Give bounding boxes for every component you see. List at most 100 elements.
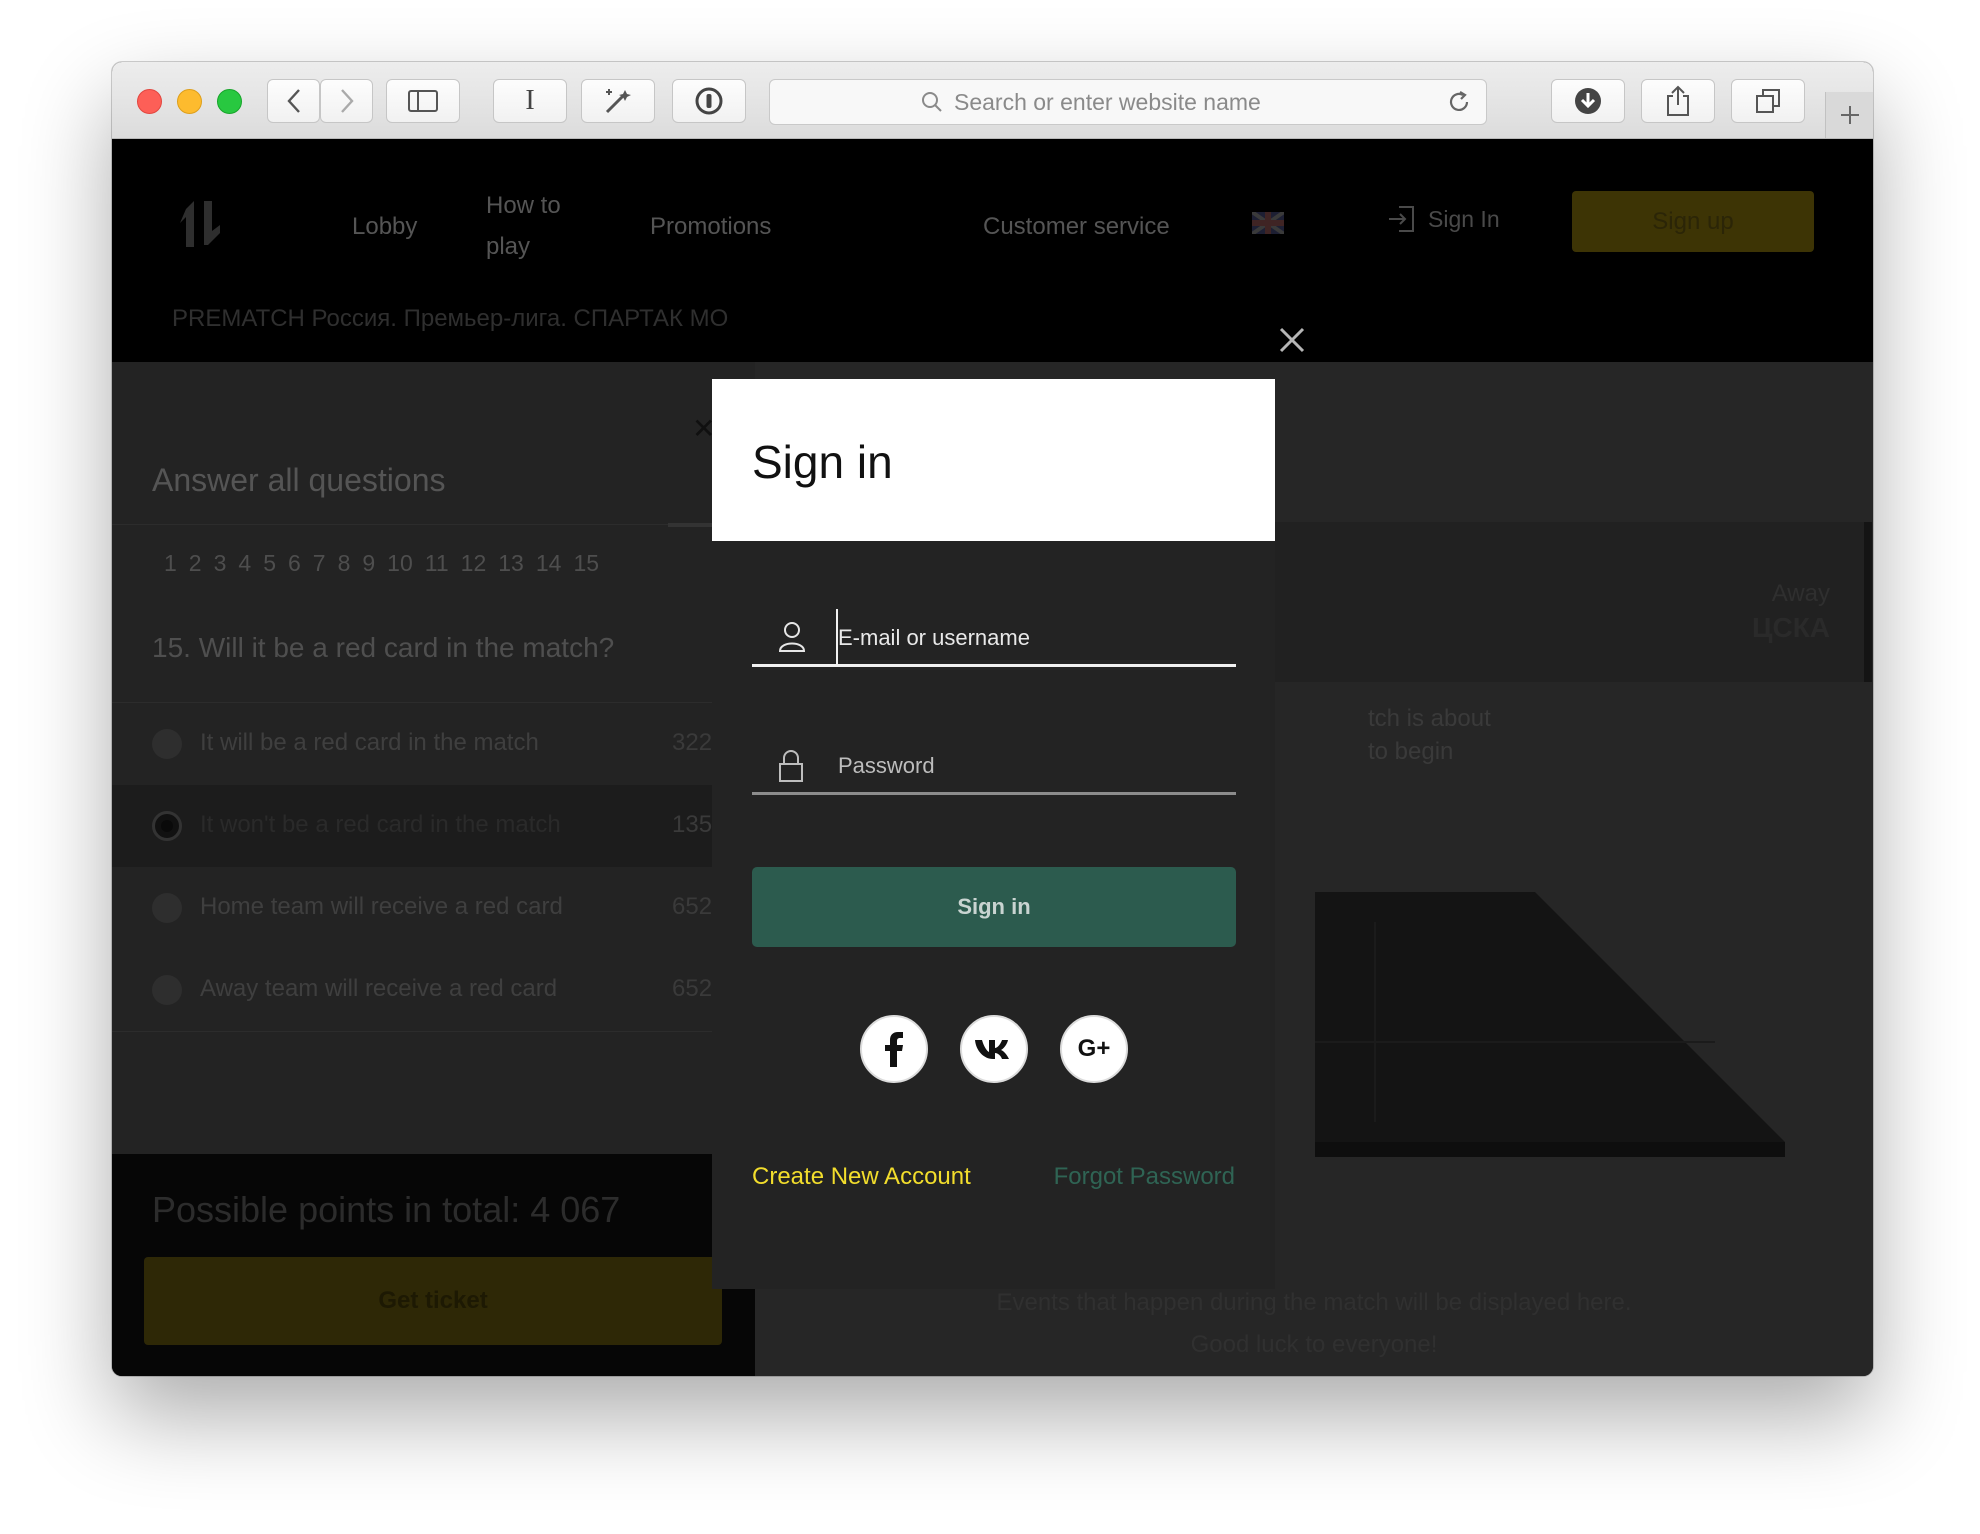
password-underline: [752, 792, 1236, 795]
address-bar[interactable]: [769, 79, 1487, 125]
nav-promotions[interactable]: Promotions: [650, 207, 771, 247]
modal-title: Sign in: [752, 436, 893, 488]
header-sign-in-link[interactable]: Sign In: [1386, 204, 1500, 234]
get-ticket-button[interactable]: Get ticket: [144, 1257, 722, 1345]
vk-login-button[interactable]: [960, 1015, 1028, 1083]
question-numbers: 1 2 3 4 5 6 7 8 9 10 11 12 13 14 15: [164, 550, 611, 577]
keyhole-icon: [695, 87, 723, 115]
question-number[interactable]: 13: [498, 550, 524, 576]
share-button[interactable]: [1641, 79, 1715, 123]
nav-lobby[interactable]: Lobby: [352, 207, 417, 247]
user-icon: [778, 622, 806, 652]
new-tab-button[interactable]: [1825, 92, 1873, 138]
nav-customer-service[interactable]: Customer service: [983, 207, 1170, 247]
radio-button-selected[interactable]: [152, 811, 182, 841]
modal-header: Sign in: [712, 379, 1275, 541]
nav-play[interactable]: play: [486, 227, 530, 267]
site-logo[interactable]: [176, 199, 226, 249]
divider: [112, 524, 755, 525]
away-label: Away: [1771, 580, 1830, 607]
answer-label: Home team will receive a red card: [200, 893, 563, 920]
radio-button[interactable]: [152, 975, 182, 1005]
reader-button[interactable]: I: [493, 79, 567, 123]
tabs-overview-button[interactable]: [1731, 79, 1805, 123]
events-message: Events that happen during the match will…: [755, 1282, 1873, 1366]
modal-close-icon[interactable]: [1278, 326, 1306, 354]
reload-icon[interactable]: [1446, 89, 1472, 115]
question-number[interactable]: 14: [536, 550, 562, 576]
question-number[interactable]: 6: [288, 550, 301, 576]
scrollbar[interactable]: [1864, 522, 1872, 682]
email-underline: [752, 664, 1236, 667]
password-field[interactable]: [752, 735, 1236, 795]
sign-in-submit-button[interactable]: Sign in: [752, 867, 1236, 947]
question-number[interactable]: 8: [338, 550, 351, 576]
question-number[interactable]: 5: [263, 550, 276, 576]
question-number[interactable]: 9: [362, 550, 375, 576]
tabs-icon: [1756, 89, 1780, 113]
login-icon: [1389, 206, 1414, 232]
email-field[interactable]: [752, 607, 1236, 667]
uk-flag-icon[interactable]: [1252, 212, 1284, 234]
lock-icon: [779, 750, 803, 782]
answer-label: It won't be a red card in the match: [200, 811, 561, 838]
back-button[interactable]: [267, 79, 320, 123]
chevron-right-icon: [340, 89, 354, 113]
question-number[interactable]: 3: [214, 550, 227, 576]
google-plus-icon: G+: [1077, 1035, 1111, 1062]
quiz-title: Answer all questions: [152, 462, 446, 498]
facebook-login-button[interactable]: [860, 1015, 928, 1083]
question-number[interactable]: 12: [461, 550, 487, 576]
sign-up-button[interactable]: Sign up: [1572, 191, 1814, 252]
question-number[interactable]: 7: [313, 550, 326, 576]
radio-button[interactable]: [152, 893, 182, 923]
google-plus-login-button[interactable]: G+: [1060, 1015, 1128, 1083]
divider: [112, 1031, 755, 1032]
question-number[interactable]: 1: [164, 550, 177, 576]
answer-count: 135: [672, 811, 713, 838]
page-content: Lobby How to play Promotions Customer se…: [112, 139, 1873, 1376]
question-number[interactable]: 11: [425, 550, 449, 576]
email-input[interactable]: [836, 617, 1230, 659]
address-input[interactable]: [952, 87, 1336, 117]
answer-count: 652: [672, 893, 713, 920]
magic-wand-icon: [605, 89, 631, 114]
forward-button[interactable]: [320, 79, 373, 123]
password-input[interactable]: [836, 745, 1230, 787]
sidebar-button[interactable]: [386, 79, 460, 123]
downloads-button[interactable]: [1551, 79, 1625, 123]
site-header: Lobby How to play Promotions Customer se…: [112, 139, 1873, 362]
possible-points: Possible points in total: 4 067: [152, 1189, 621, 1230]
forgot-password-link[interactable]: Forgot Password: [1054, 1163, 1235, 1191]
answer-option[interactable]: Home team will receive a red card 652: [112, 867, 755, 949]
browser-toolbar: I: [112, 62, 1873, 139]
close-window-button[interactable]: [137, 89, 162, 114]
answer-count: 652: [672, 975, 713, 1002]
away-team-name: ЦСКА: [1752, 612, 1830, 643]
plus-icon: [1840, 106, 1859, 124]
extension-button[interactable]: [581, 79, 655, 123]
nav-how-to[interactable]: How to: [486, 186, 561, 226]
zoom-window-button[interactable]: [217, 89, 242, 114]
answer-option[interactable]: Away team will receive a red card 652: [112, 949, 755, 1031]
question-text: 15. Will it be a red card in the match?: [152, 632, 615, 663]
question-number[interactable]: 15: [573, 550, 599, 576]
radio-button[interactable]: [152, 729, 182, 759]
password-manager-button[interactable]: [672, 79, 746, 123]
vk-icon: [975, 1040, 1009, 1059]
pitch-graphic: [1315, 892, 1785, 1157]
create-account-link[interactable]: Create New Account: [752, 1163, 971, 1191]
facebook-icon: [885, 1032, 903, 1067]
match-status-line: to begin: [1368, 738, 1454, 765]
events-line: Good luck to everyone!: [1190, 1331, 1438, 1358]
answer-label: It will be a red card in the match: [200, 729, 539, 756]
question-number[interactable]: 10: [387, 550, 413, 576]
question-number[interactable]: 4: [238, 550, 251, 576]
answer-option[interactable]: It will be a red card in the match 322: [112, 703, 755, 785]
answer-count: 322: [672, 729, 713, 756]
sign-in-label: Sign In: [1428, 205, 1500, 232]
match-ticker: PREMATCH Россия. Премьер-лига. СПАРТАК М…: [172, 305, 729, 332]
minimize-window-button[interactable]: [177, 89, 202, 114]
question-number[interactable]: 2: [189, 550, 202, 576]
answer-option-selected[interactable]: It won't be a red card in the match 135: [112, 785, 755, 867]
